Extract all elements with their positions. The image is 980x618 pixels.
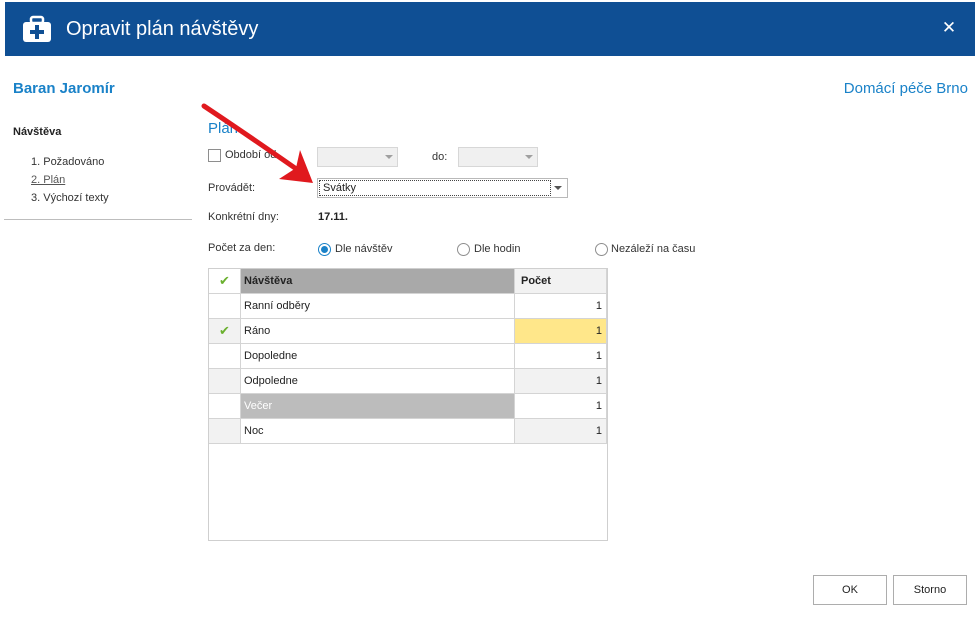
step-list: 1. Požadováno 2. Plán 3. Výchozí texty xyxy=(31,156,109,210)
table-row[interactable]: Večer 1 xyxy=(209,394,607,419)
table-row[interactable]: Ranní odběry 1 xyxy=(209,294,607,319)
row-checkbox[interactable] xyxy=(209,294,241,318)
sidebar-divider xyxy=(4,219,192,220)
window-title: Opravit plán návštěvy xyxy=(66,18,259,40)
period-to-label: do: xyxy=(432,151,448,163)
table-row[interactable]: ✔ Ráno 1 xyxy=(209,319,607,344)
visit-count[interactable]: 1 xyxy=(515,419,607,443)
row-checkbox[interactable] xyxy=(209,419,241,443)
close-icon[interactable]: ✕ xyxy=(939,18,959,38)
patient-name: Baran Jaromír xyxy=(13,80,115,97)
section-title: Plán xyxy=(208,120,239,137)
organization-name: Domácí péče Brno xyxy=(843,80,968,97)
visit-name: Dopoledne xyxy=(241,344,515,368)
check-icon[interactable]: ✔ xyxy=(209,269,241,293)
cancel-button[interactable]: Storno xyxy=(893,575,967,605)
visit-count[interactable]: 1 xyxy=(515,319,607,343)
radio-by-visits[interactable] xyxy=(318,243,331,256)
step-default-texts[interactable]: 3. Výchozí texty xyxy=(31,192,109,210)
row-checkbox[interactable] xyxy=(209,394,241,418)
visits-table: ✔ Návštěva Počet Ranní odběry 1 ✔ Ráno 1… xyxy=(208,268,608,541)
row-checkbox[interactable] xyxy=(209,344,241,368)
radio-by-visits-label[interactable]: Dle návštěv xyxy=(335,243,392,255)
radio-by-hours[interactable] xyxy=(457,243,470,256)
medical-kit-icon xyxy=(23,15,51,42)
step-plan[interactable]: 2. Plán xyxy=(31,174,109,192)
ok-button[interactable]: OK xyxy=(813,575,887,605)
provadet-value: Svátky xyxy=(319,180,551,196)
chevron-down-icon xyxy=(554,186,562,190)
dates-value: 17.11. xyxy=(318,211,348,223)
period-to-select[interactable] xyxy=(458,147,538,167)
visit-name: Večer xyxy=(241,394,515,418)
radio-any-time-label[interactable]: Nezáleží na času xyxy=(611,243,695,255)
visit-count[interactable]: 1 xyxy=(515,294,607,318)
count-label: Počet za den: xyxy=(208,242,276,254)
visit-name: Odpoledne xyxy=(241,369,515,393)
visit-count[interactable]: 1 xyxy=(515,344,607,368)
radio-by-hours-label[interactable]: Dle hodin xyxy=(474,243,520,255)
period-from-select[interactable] xyxy=(317,147,398,167)
visit-count[interactable]: 1 xyxy=(515,394,607,418)
sidebar-heading: Návštěva xyxy=(13,126,62,138)
visit-name: Ranní odběry xyxy=(241,294,515,318)
provadet-label: Provádět: xyxy=(208,182,256,194)
table-row[interactable]: Dopoledne 1 xyxy=(209,344,607,369)
check-icon[interactable]: ✔ xyxy=(209,319,241,343)
table-row[interactable]: Odpoledne 1 xyxy=(209,369,607,394)
period-label: Období od xyxy=(225,149,277,161)
table-header: ✔ Návštěva Počet xyxy=(209,269,607,294)
period-checkbox[interactable] xyxy=(208,149,221,162)
column-header-count[interactable]: Počet xyxy=(515,269,607,293)
column-header-visit[interactable]: Návštěva xyxy=(241,269,515,293)
chevron-down-icon xyxy=(385,155,393,159)
provadet-select[interactable]: Svátky xyxy=(317,178,568,198)
title-bar: Opravit plán návštěvy ✕ xyxy=(5,2,975,56)
step-requested[interactable]: 1. Požadováno xyxy=(31,156,109,174)
dates-label: Konkrétní dny: xyxy=(208,211,279,223)
visit-name: Noc xyxy=(241,419,515,443)
chevron-down-icon xyxy=(525,155,533,159)
visit-count[interactable]: 1 xyxy=(515,369,607,393)
row-checkbox[interactable] xyxy=(209,369,241,393)
visit-name: Ráno xyxy=(241,319,515,343)
table-row[interactable]: Noc 1 xyxy=(209,419,607,444)
radio-any-time[interactable] xyxy=(595,243,608,256)
